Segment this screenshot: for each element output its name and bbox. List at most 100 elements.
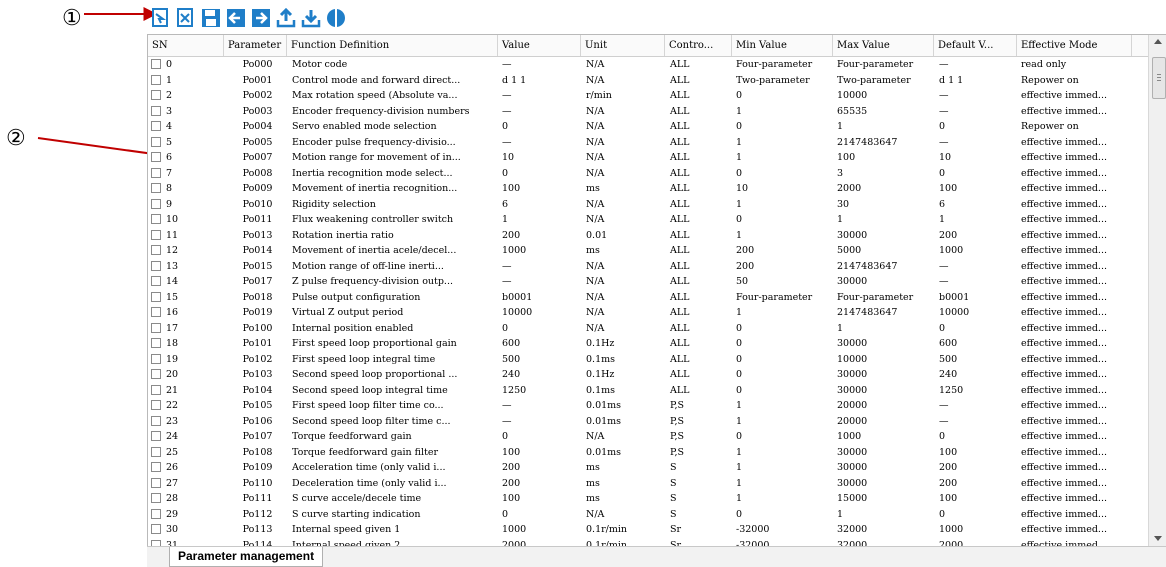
row-checkbox[interactable]: [151, 260, 161, 271]
column-header[interactable]: Unit: [581, 35, 665, 56]
row-checkbox[interactable]: [151, 446, 161, 457]
table-row[interactable]: 8 Po009 Movement of inertia recognition...…: [148, 181, 1148, 196]
row-checkbox[interactable]: [151, 322, 161, 333]
table-row[interactable]: 3 Po003 Encoder frequency-division numbers…: [148, 104, 1148, 119]
row-checkbox[interactable]: [151, 245, 161, 255]
table-row[interactable]: 29 Po112 S curve starting indication 0 N/A S 0…: [148, 507, 1148, 522]
table-row[interactable]: 12 Po014 Movement of inertia acele/decel..…: [148, 243, 1148, 258]
compare-icon[interactable]: [325, 7, 347, 29]
row-checkbox[interactable]: [151, 477, 161, 488]
import-icon[interactable]: [150, 7, 172, 29]
table-row[interactable]: 20 Po103 Second speed loop proportional ..…: [148, 367, 1148, 382]
table-cell: Four-parameter: [837, 291, 914, 303]
row-checkbox[interactable]: [151, 384, 161, 395]
table-cell: 100: [502, 183, 521, 194]
scrollbar-thumb[interactable]: [1152, 57, 1166, 99]
row-checkbox[interactable]: [151, 198, 161, 209]
row-checkbox[interactable]: [151, 415, 161, 426]
row-checkbox[interactable]: [151, 369, 161, 379]
table-cell: Movement of inertia acele/decel...: [292, 245, 457, 256]
column-header[interactable]: Max Value: [833, 35, 934, 56]
row-checkbox[interactable]: [151, 121, 161, 131]
table-cell: effective immed...: [1021, 369, 1107, 380]
scroll-up-arrow[interactable]: [1154, 39, 1162, 44]
column-header[interactable]: Value: [498, 35, 581, 56]
row-checkbox[interactable]: [151, 338, 161, 348]
row-checkbox[interactable]: [151, 524, 161, 534]
row-checkbox[interactable]: [151, 167, 161, 178]
table-row[interactable]: 30 Po113 Internal speed given 1 1000 0.1r/mi…: [148, 522, 1148, 537]
table-row[interactable]: 9 Po010 Rigidity selection 6 N/A ALL 1 30 6 effec…: [148, 197, 1148, 212]
table-cell: Pulse output configuration: [292, 291, 421, 303]
row-checkbox[interactable]: [151, 353, 161, 364]
row-checkbox[interactable]: [151, 59, 161, 69]
column-header[interactable]: Function Definition: [287, 35, 498, 56]
row-checkbox[interactable]: [151, 493, 161, 503]
table-row[interactable]: 6 Po007 Motion range for movement of in...…: [148, 150, 1148, 165]
column-header[interactable]: Parameter: [224, 35, 287, 56]
vertical-scrollbar[interactable]: [1148, 35, 1166, 546]
table-cell: 0: [166, 59, 173, 70]
table-cell: Encoder pulse frequency-divisio...: [292, 136, 456, 148]
column-header[interactable]: Contro...: [665, 35, 732, 56]
table-row[interactable]: 28 Po111 S curve accele/decele time 100 ms S 1…: [148, 491, 1148, 506]
table-row[interactable]: 27 Po110 Deceleration time (only valid i..…: [148, 476, 1148, 491]
row-checkbox[interactable]: [151, 307, 161, 317]
table-cell: 23: [166, 415, 179, 427]
export-icon[interactable]: [175, 7, 197, 29]
table-cell: 4: [166, 121, 173, 132]
row-checkbox[interactable]: [151, 74, 161, 85]
row-checkbox[interactable]: [151, 152, 161, 162]
write-to-drive-icon[interactable]: [250, 7, 272, 29]
column-header[interactable]: Effective Mode: [1017, 35, 1132, 56]
table-row[interactable]: 1 Po001 Control mode and forward direct...…: [148, 73, 1148, 88]
table-row[interactable]: 5 Po005 Encoder pulse frequency-divisio...…: [148, 135, 1148, 150]
upload-icon[interactable]: [275, 7, 297, 29]
row-checkbox[interactable]: [151, 90, 161, 100]
table-row[interactable]: 16 Po019 Virtual Z output period 10000 N/A AL…: [148, 305, 1148, 320]
table-row[interactable]: 2 Po002 Max rotation speed (Absolute va...…: [148, 88, 1148, 103]
table-row[interactable]: 7 Po008 Inertia recognition mode select...…: [148, 166, 1148, 181]
row-checkbox[interactable]: [151, 431, 161, 441]
row-checkbox[interactable]: [151, 400, 161, 410]
table-cell: 20000: [837, 400, 868, 411]
row-checkbox[interactable]: [151, 105, 161, 116]
tab-parameter-management[interactable]: Parameter management: [169, 547, 324, 567]
table-cell: First speed loop filter time co...: [292, 400, 444, 411]
column-header[interactable]: Default V...: [934, 35, 1017, 56]
table-cell: 240: [502, 369, 521, 380]
row-checkbox[interactable]: [151, 214, 161, 224]
table-row[interactable]: 23 Po106 Second speed loop filter time c..…: [148, 414, 1148, 429]
save-icon[interactable]: [200, 7, 222, 29]
table-row[interactable]: 11 Po013 Rotation inertia ratio 200 0.01 ALL 1…: [148, 228, 1148, 243]
column-header[interactable]: SN: [148, 35, 224, 56]
table-cell: 0.01ms: [586, 446, 622, 458]
table-row[interactable]: 17 Po100 Internal position enabled 0 N/A ALL 0…: [148, 321, 1148, 336]
table-row[interactable]: 19 Po102 First speed loop integral time 500…: [148, 352, 1148, 367]
table-row[interactable]: 18 Po101 First speed loop proportional gai…: [148, 336, 1148, 351]
table-row[interactable]: 21 Po104 Second speed loop integral time 12…: [148, 383, 1148, 398]
row-checkbox[interactable]: [151, 229, 161, 240]
table-row[interactable]: 4 Po004 Servo enabled mode selection 0 N/A AL…: [148, 119, 1148, 134]
row-checkbox[interactable]: [151, 183, 161, 193]
table-row[interactable]: 15 Po018 Pulse output configuration b0001 N/…: [148, 290, 1148, 305]
table-row[interactable]: 22 Po105 First speed loop filter time co..…: [148, 398, 1148, 413]
table-row[interactable]: 24 Po107 Torque feedforward gain 0 N/A P,S 0 10…: [148, 429, 1148, 444]
row-checkbox[interactable]: [151, 136, 161, 147]
scroll-down-arrow[interactable]: [1154, 536, 1162, 541]
table-row[interactable]: 26 Po109 Acceleration time (only valid i..…: [148, 460, 1148, 475]
read-from-drive-icon[interactable]: [225, 7, 247, 29]
row-checkbox[interactable]: [151, 508, 161, 519]
table-row[interactable]: 10 Po011 Flux weakening controller switch 1…: [148, 212, 1148, 227]
column-header[interactable]: Min Value: [732, 35, 833, 56]
table-row[interactable]: 25 Po108 Torque feedforward gain filter 100…: [148, 445, 1148, 460]
row-checkbox[interactable]: [151, 462, 161, 472]
table-cell: 10000: [837, 90, 868, 101]
table-cell: 1: [736, 307, 743, 318]
table-row[interactable]: 14 Po017 Z pulse frequency-division outp..…: [148, 274, 1148, 289]
row-checkbox[interactable]: [151, 291, 161, 302]
download-icon[interactable]: [300, 7, 322, 29]
row-checkbox[interactable]: [151, 276, 161, 286]
table-row[interactable]: 0 Po000 Motor code — N/A ALL Four-parameter Fou…: [148, 57, 1148, 72]
table-row[interactable]: 13 Po015 Motion range of off-line inerti..…: [148, 259, 1148, 274]
